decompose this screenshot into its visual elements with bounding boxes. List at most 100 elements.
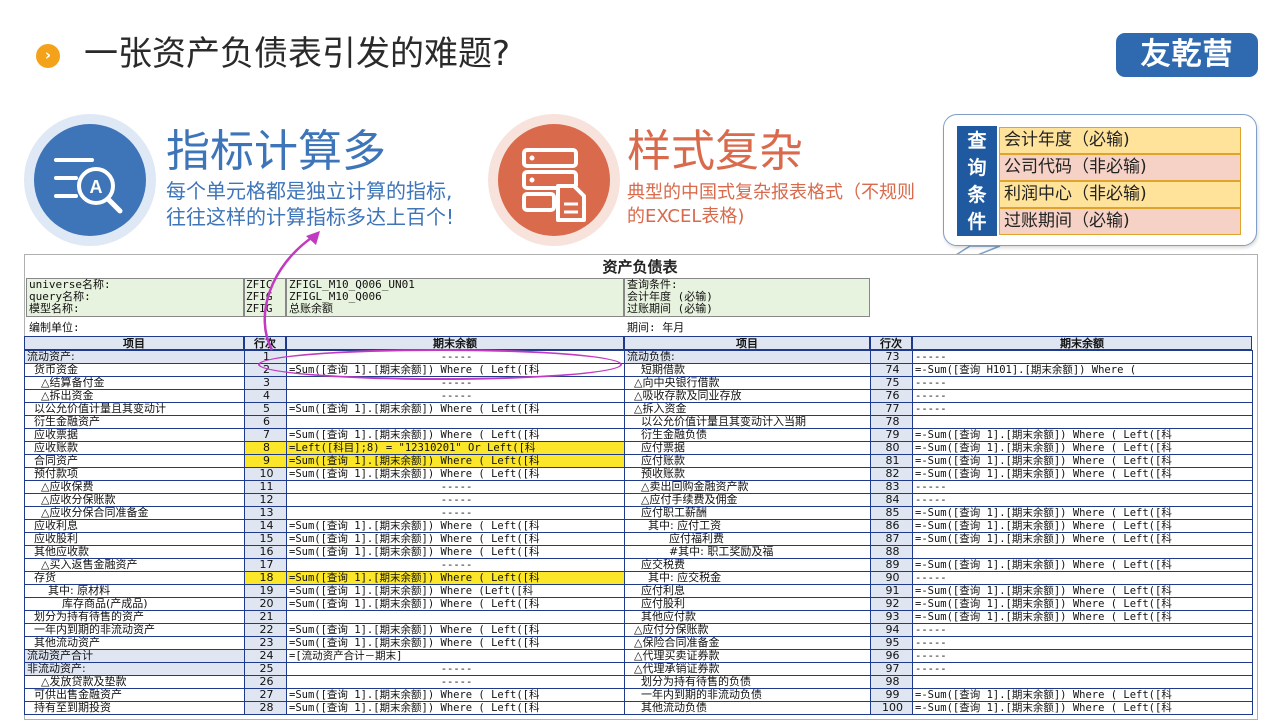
row-line-number: 88 <box>870 545 913 559</box>
table-row: 存货 18 =Sum([查询 1].[期末余额]) Where ( Left([科 <box>24 571 625 585</box>
feature-1-desc-line: 往往这样的计算指标多达上百个! <box>166 205 455 229</box>
row-line-number: 17 <box>244 558 287 572</box>
table-row: 合同资产 9 =Sum([查询 1].[期末余额]) Where ( Left([科 <box>24 454 625 468</box>
row-item: 以公允价值计量且其变动计 <box>24 402 245 416</box>
row-balance-formula: =Sum([查询 1].[期末余额]) Where ( Left([科 <box>286 688 625 702</box>
row-item: 存货 <box>24 571 245 585</box>
row-item: 可供出售金融资产 <box>24 688 245 702</box>
row-item: △卖出回购金融资产款 <box>624 480 871 494</box>
row-item: 其中: 应交税金 <box>624 571 871 585</box>
table-row: △结算备付金 3 ----- <box>24 376 625 390</box>
row-line-number: 74 <box>870 363 913 377</box>
row-line-number: 84 <box>870 493 913 507</box>
row-item: 其中: 应付工资 <box>624 519 871 533</box>
row-line-number: 93 <box>870 610 913 624</box>
row-item: 短期借款 <box>624 363 871 377</box>
row-balance-formula: =Left([科目];8) = "12310201" Or Left([科 <box>286 441 625 455</box>
row-item: 预付款项 <box>24 467 245 481</box>
row-balance-formula: =Sum([查询 1].[期末余额]) Where ( Left([科 <box>286 636 625 650</box>
row-balance-formula <box>912 545 1253 559</box>
col-header-item-right: 项目 <box>624 336 870 350</box>
row-balance-formula: ----- <box>912 376 1253 390</box>
row-line-number: 28 <box>244 701 287 715</box>
table-row: △应付手续费及佣金 84 ----- <box>624 493 1253 507</box>
table-row: 应付股利 92 =-Sum([查询 1].[期末余额]) Where ( Left(… <box>624 597 1253 611</box>
row-line-number: 26 <box>244 675 287 689</box>
row-line-number: 89 <box>870 558 913 572</box>
row-balance-formula: =Sum([查询 1].[期末余额]) Where ( Left([科 <box>286 623 625 637</box>
table-row: 应交税费 89 =-Sum([查询 1].[期末余额]) Where ( Left(… <box>624 558 1253 572</box>
table-row: 其他应收款 16 =Sum([查询 1].[期末余额]) Where ( Left(… <box>24 545 625 559</box>
row-balance-formula: ----- <box>912 662 1253 676</box>
row-item: 应收股利 <box>24 532 245 546</box>
row-balance-formula: =-Sum([查询 1].[期末余额]) Where ( Left([科 <box>912 584 1253 598</box>
row-line-number: 8 <box>244 441 287 455</box>
table-row: △吸收存款及同业存放 76 ----- <box>624 389 1253 403</box>
page-title: 一张资产负债表引发的难题? <box>84 34 511 74</box>
table-row: △代理承销证券款 97 ----- <box>624 662 1253 676</box>
row-balance-formula: ----- <box>912 402 1253 416</box>
period-label: 期间: 年月 <box>627 321 685 334</box>
row-balance-formula: ----- <box>912 350 1253 364</box>
table-row: 预收账款 82 =-Sum([查询 1].[期末余额]) Where ( Left(… <box>624 467 1253 481</box>
row-item: 一年内到期的非流动负债 <box>624 688 871 702</box>
table-row: △应付分保账款 94 ----- <box>624 623 1253 637</box>
row-balance-formula: ----- <box>912 623 1253 637</box>
row-balance-formula: =Sum([查询 1].[期末余额]) Where ( Left([科 <box>286 467 625 481</box>
row-line-number: 79 <box>870 428 913 442</box>
row-item: 其他流动负债 <box>624 701 871 715</box>
document-search-icon: A <box>34 124 146 236</box>
row-balance-formula: ----- <box>286 675 625 689</box>
heading-char: 件 <box>967 211 987 233</box>
table-row: △代理买卖证券款 96 ----- <box>624 649 1253 663</box>
row-item: 货币资金 <box>24 363 245 377</box>
row-item: 其他应付款 <box>624 610 871 624</box>
row-line-number: 91 <box>870 584 913 598</box>
server-document-icon <box>498 124 610 236</box>
row-line-number: 99 <box>870 688 913 702</box>
table-row: 应付账款 81 =-Sum([查询 1].[期末余额]) Where ( Left(… <box>624 454 1253 468</box>
table-row: △买入返售金融资产 17 ----- <box>24 558 625 572</box>
row-line-number: 9 <box>244 454 287 468</box>
row-item: #其中: 职工奖励及福 <box>624 545 871 559</box>
col-header-balance-left: 期末余额 <box>286 336 624 350</box>
row-balance-formula: =-Sum([查询 1].[期末余额]) Where ( Left([科 <box>912 454 1253 468</box>
row-balance-formula: =Sum([查询 1].[期末余额]) Where ( Left([科 <box>286 532 625 546</box>
row-item: △发放贷款及垫款 <box>24 675 245 689</box>
row-item: △应付分保账款 <box>624 623 871 637</box>
table-row: 划分为持有待售的负债 98 <box>624 675 1253 689</box>
title-bullet-icon: › <box>36 44 60 68</box>
row-item: △向中央银行借款 <box>624 376 871 390</box>
row-item: 划分为持有待售的负债 <box>624 675 871 689</box>
row-item: △拆出资金 <box>24 389 245 403</box>
row-line-number: 15 <box>244 532 287 546</box>
row-balance-formula: =Sum([查询 1].[期末余额]) Where ( Left([科 <box>286 571 625 585</box>
row-balance-formula: =-Sum([查询 1].[期末余额]) Where ( Left([科 <box>912 519 1253 533</box>
table-row: 应收股利 15 =Sum([查询 1].[期末余额]) Where ( Left([… <box>24 532 625 546</box>
table-row: △拆出资金 4 ----- <box>24 389 625 403</box>
row-balance-formula: =[流动资产合计－期末] <box>286 649 625 663</box>
row-line-number: 11 <box>244 480 287 494</box>
brand-logo: 友乾营 <box>1116 33 1258 77</box>
query-conditions-heading: 查 询 条 件 <box>957 126 997 236</box>
unit-label: 编制单位: <box>29 321 80 334</box>
col-header-item-left: 项目 <box>24 336 244 350</box>
row-balance-formula: =-Sum([查询 1].[期末余额]) Where ( Left([科 <box>912 428 1253 442</box>
row-balance-formula: ----- <box>286 506 625 520</box>
row-balance-formula: ----- <box>286 558 625 572</box>
row-line-number: 97 <box>870 662 913 676</box>
row-balance-formula: =Sum([查询 1].[期末余额]) Where ( Left([科 <box>286 519 625 533</box>
row-balance-formula: ----- <box>912 649 1253 663</box>
row-item: △应收分保账款 <box>24 493 245 507</box>
model-value: 总账余额 <box>289 302 333 315</box>
table-row: 衍生金融负债 79 =-Sum([查询 1].[期末余额]) Where ( Lef… <box>624 428 1253 442</box>
row-line-number: 19 <box>244 584 287 598</box>
row-balance-formula: ----- <box>912 636 1253 650</box>
row-balance-formula <box>286 415 625 429</box>
row-line-number: 75 <box>870 376 913 390</box>
row-balance-formula: =Sum([查询 1].[期末余额]) Where ( Left([科 <box>286 597 625 611</box>
left-grid: 流动资产: 1 ----- 货币资金 2 =Sum([查询 1].[期末余额]) Whe… <box>24 350 625 715</box>
row-item: 应付利息 <box>624 584 871 598</box>
row-balance-formula: =-Sum([查询 1].[期末余额]) Where ( Left([科 <box>912 558 1253 572</box>
row-balance-formula <box>912 675 1253 689</box>
